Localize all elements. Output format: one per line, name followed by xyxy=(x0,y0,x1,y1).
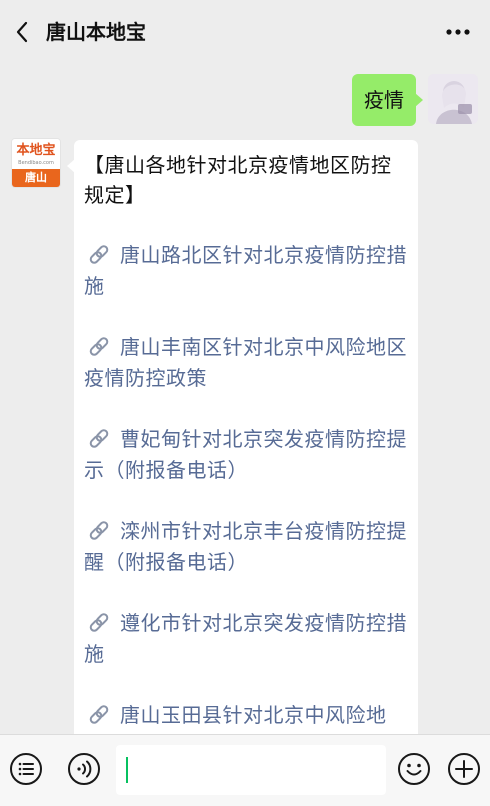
chat-title: 唐山本地宝 xyxy=(46,20,146,44)
article-link[interactable]: 唐山丰南区针对北京中风险地区疫情防控政策 xyxy=(84,332,408,394)
chevron-left-icon xyxy=(16,21,28,43)
more-dots-icon xyxy=(446,29,470,35)
bot-message-bubble: 【唐山各地针对北京疫情地区防控规定】 唐山路北区针对北京疫情防控措施 唐山丰南区… xyxy=(67,140,418,734)
article-link-text: 唐山玉田县针对北京中风险地 xyxy=(120,703,387,727)
top-bar: 唐山本地宝 xyxy=(0,0,490,64)
link-icon xyxy=(89,245,109,264)
logo-domain-text: Bendibao.com xyxy=(18,160,54,166)
link-icon xyxy=(89,429,109,448)
article-link[interactable]: 唐山路北区针对北京疫情防控措施 xyxy=(84,240,408,302)
user-message-bubble[interactable]: 疫情 xyxy=(352,74,423,126)
message-title: 【唐山各地针对北京疫情地区防控规定】 xyxy=(84,153,392,207)
plus-circle-icon xyxy=(448,753,480,785)
article-link-text: 唐山路北区针对北京疫情防控措施 xyxy=(84,243,407,298)
logo-city-text: 唐山 xyxy=(12,169,60,187)
list-menu-icon xyxy=(10,753,42,785)
more-button[interactable] xyxy=(442,18,474,46)
article-link[interactable]: 滦州市针对北京丰台疫情防控提醒（附报备电话） xyxy=(84,516,408,578)
article-link-text: 曹妃甸针对北京突发疫情防控提示（附报备电话） xyxy=(84,427,407,482)
emoji-icon xyxy=(398,753,430,785)
back-button[interactable] xyxy=(8,18,36,46)
link-icon xyxy=(89,521,109,540)
message-input[interactable] xyxy=(116,745,386,795)
message-list[interactable]: 疫情 本地宝 Bendibao.com 唐山 【唐山各地针对北京疫情地区防控规定… xyxy=(0,64,490,734)
link-icon xyxy=(89,337,109,356)
user-avatar-image xyxy=(428,74,478,124)
voice-button[interactable] xyxy=(66,751,102,787)
user-message-row: 疫情 xyxy=(0,72,490,128)
link-icon xyxy=(89,613,109,632)
emoji-button[interactable] xyxy=(396,751,432,787)
article-link-text: 遵化市针对北京突发疫情防控措施 xyxy=(84,611,407,666)
article-link-text: 唐山丰南区针对北京中风险地区疫情防控政策 xyxy=(84,335,407,390)
logo-top: 本地宝 Bendibao.com xyxy=(12,139,60,169)
link-icon xyxy=(89,705,109,724)
text-cursor xyxy=(126,757,128,783)
article-link[interactable]: 遵化市针对北京突发疫情防控措施 xyxy=(84,608,408,670)
logo-brand-text: 本地宝 xyxy=(16,143,56,158)
article-link-text: 滦州市针对北京丰台疫情防控提醒（附报备电话） xyxy=(84,519,407,574)
bot-avatar[interactable]: 本地宝 Bendibao.com 唐山 xyxy=(11,138,61,188)
input-bar xyxy=(0,734,490,806)
add-button[interactable] xyxy=(446,751,482,787)
user-avatar[interactable] xyxy=(428,74,478,124)
menu-button[interactable] xyxy=(8,751,44,787)
article-link[interactable]: 曹妃甸针对北京突发疫情防控提示（附报备电话） xyxy=(84,424,408,486)
voice-icon xyxy=(68,753,100,785)
article-link[interactable]: 唐山玉田县针对北京中风险地 xyxy=(84,700,408,731)
chat-screen: 唐山本地宝 疫情 本地宝 Bendibao.com 唐山 【唐山各地针对北京疫情… xyxy=(0,0,490,806)
